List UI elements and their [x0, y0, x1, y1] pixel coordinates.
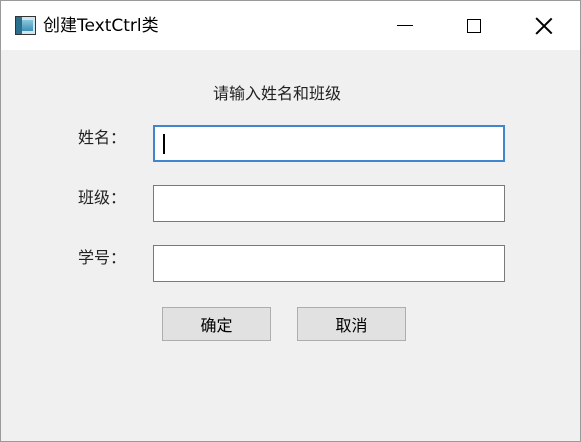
class-input[interactable] — [154, 186, 504, 221]
minimize-icon — [397, 25, 413, 26]
close-button[interactable] — [521, 1, 567, 50]
text-caret — [163, 134, 165, 154]
form-heading: 请输入姓名和班级 — [213, 84, 342, 103]
maximize-icon — [467, 18, 481, 33]
window-title: 创建TextCtrl类 — [43, 16, 159, 36]
dialog-window: 创建TextCtrl类 请输入姓名和班级 姓名： 班级： 学号： 确定 取消 — [0, 0, 581, 442]
minimize-button[interactable] — [382, 1, 428, 50]
name-field[interactable] — [153, 125, 505, 162]
class-label: 班级： — [78, 188, 127, 207]
name-label: 姓名： — [78, 128, 127, 147]
cancel-button[interactable]: 取消 — [297, 307, 406, 341]
student-id-input[interactable] — [154, 246, 504, 281]
window-app-icon — [15, 16, 36, 35]
close-icon — [536, 18, 552, 34]
title-bar[interactable]: 创建TextCtrl类 — [1, 1, 580, 50]
class-field[interactable] — [153, 185, 505, 222]
maximize-button[interactable] — [451, 1, 497, 50]
name-input[interactable] — [155, 127, 503, 160]
student-id-label: 学号： — [78, 248, 127, 267]
ok-button[interactable]: 确定 — [162, 307, 271, 341]
student-id-field[interactable] — [153, 245, 505, 282]
